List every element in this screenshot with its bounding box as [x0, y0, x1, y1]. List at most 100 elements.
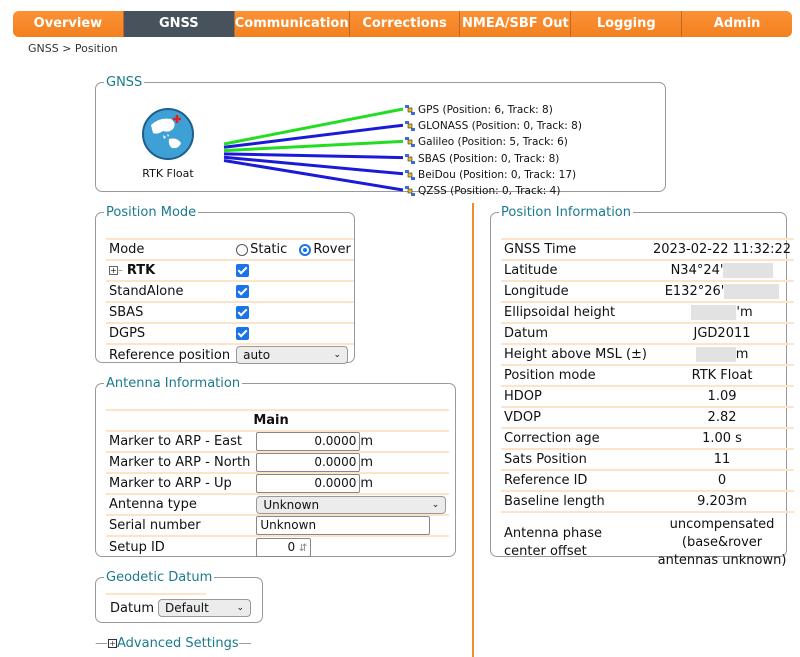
satellite-icon: [405, 186, 415, 197]
rtk-label: RTK: [126, 263, 156, 278]
datum-info-value: JGD2011: [649, 323, 795, 345]
tab-nmea-sbf-out[interactable]: NMEA/SBF Out: [460, 11, 572, 37]
globe-icon: [142, 108, 194, 160]
position-mode-legend: Position Mode: [106, 205, 197, 220]
serial-number-label: Serial number: [106, 515, 254, 537]
antenna-type-label: Antenna type: [106, 494, 254, 516]
vdop-value: 2.82: [649, 407, 795, 429]
sats-position-value: 11: [649, 449, 795, 471]
advanced-settings-label: Advanced Settings: [117, 636, 239, 651]
constellation-label: BeiDou (Position: 0, Track: 17): [418, 168, 577, 181]
rover-radio-label: Rover: [313, 242, 351, 257]
antenna-information-panel: Antenna Information Main Marker to ARP -…: [95, 376, 456, 557]
main-nav: Overview GNSS Communication Corrections …: [13, 11, 792, 37]
link-line-sbas: [223, 152, 404, 160]
hdop-value: 1.09: [649, 386, 795, 408]
position-information-legend: Position Information: [501, 205, 631, 220]
apc-offset-label: Antenna phase center offset: [504, 525, 603, 559]
redacted-block: [695, 347, 736, 362]
standalone-checkbox[interactable]: [236, 285, 250, 298]
link-line-gps: [223, 107, 404, 146]
satellite-icon: [405, 137, 415, 148]
breadcrumb: GNSS > Position: [28, 42, 118, 55]
datum-info-label: Datum: [501, 323, 650, 345]
tab-gnss[interactable]: GNSS: [123, 11, 235, 37]
satellite-icon: [405, 169, 415, 180]
north-unit: m: [360, 455, 374, 470]
dgps-checkbox[interactable]: [236, 327, 250, 340]
redacted-block: [691, 305, 737, 320]
antenna-type-value: Unknown: [263, 497, 320, 512]
apc-offset-value: uncompensated (base&rover antennas unkno…: [657, 516, 787, 568]
expand-rtk-icon[interactable]: +: [109, 266, 118, 275]
mode-label: Mode: [106, 238, 234, 261]
redacted-block: [723, 263, 774, 278]
reference-position-select[interactable]: auto ⌄: [236, 346, 349, 364]
latitude-value: N34°24': [670, 263, 724, 278]
rtk-checkbox[interactable]: [236, 264, 250, 277]
north-input[interactable]: 0.0000: [256, 453, 361, 472]
reference-position-label: Reference position: [109, 347, 231, 363]
east-unit: m: [360, 434, 374, 449]
east-label: Marker to ARP - East: [106, 431, 254, 453]
tab-logging[interactable]: Logging: [571, 11, 683, 37]
antenna-type-select[interactable]: Unknown ⌄: [256, 495, 447, 514]
gnss-panel: GNSS RTK Float GPS (Position: 6, Track: …: [95, 75, 666, 197]
fix-status-label: RTK Float: [142, 167, 194, 180]
constellation-label: SBAS (Position: 0, Track: 8): [418, 152, 560, 165]
msl-height-label: Height above MSL (±): [501, 344, 650, 366]
tab-admin[interactable]: Admin: [682, 11, 792, 37]
msl-height-unit: m: [735, 347, 749, 362]
reference-id-value: 0: [649, 470, 795, 492]
setup-id-label: Setup ID: [109, 539, 165, 555]
sbas-checkbox[interactable]: [236, 306, 250, 319]
datum-label: Datum: [110, 600, 154, 616]
serial-number-input[interactable]: Unknown: [256, 516, 431, 535]
main-column-header: Main: [253, 413, 289, 428]
expand-icon: +: [108, 639, 117, 648]
up-label: Marker to ARP - Up: [106, 473, 254, 495]
constellation-galileo: Galileo (Position: 5, Track: 6): [404, 134, 582, 150]
sbas-label: SBAS: [106, 302, 234, 324]
gnss-time-label: GNSS Time: [501, 238, 650, 261]
geodetic-datum-panel: Geodetic Datum Datum Default ⌄: [95, 570, 263, 623]
satellite-icon: [405, 105, 415, 116]
constellation-sbas: SBAS (Position: 0, Track: 8): [404, 151, 582, 167]
constellation-qzss: QZSS (Position: 0, Track: 4): [404, 183, 582, 199]
setup-id-value: 0: [287, 539, 296, 554]
tab-overview[interactable]: Overview: [13, 11, 124, 37]
static-radio[interactable]: [236, 243, 249, 256]
tab-communication[interactable]: Communication: [234, 11, 350, 37]
north-label: Marker to ARP - North: [106, 452, 254, 474]
constellation-list: GPS (Position: 6, Track: 8) GLONASS (Posi…: [404, 102, 582, 199]
tab-corrections[interactable]: Corrections: [349, 11, 461, 37]
reference-position-value: auto: [243, 348, 271, 362]
constellation-gps: GPS (Position: 6, Track: 8): [404, 102, 582, 118]
vdop-label: VDOP: [501, 407, 650, 429]
correction-age-value: 1.00 s: [649, 428, 795, 450]
ellipsoidal-height-unit: 'm: [736, 305, 753, 320]
advanced-settings-toggle[interactable]: —+Advanced Settings—: [95, 636, 252, 651]
setup-id-stepper[interactable]: 0 ⇵: [256, 537, 312, 557]
datum-select[interactable]: Default ⌄: [157, 599, 251, 617]
latitude-label: Latitude: [501, 260, 650, 282]
hdop-label: HDOP: [501, 386, 650, 408]
chevron-down-icon: ⌄: [333, 350, 342, 360]
up-input[interactable]: 0.0000: [256, 474, 361, 493]
geodetic-datum-legend: Geodetic Datum: [106, 570, 213, 585]
rover-radio[interactable]: [299, 243, 312, 256]
baseline-length-label: Baseline length: [501, 491, 650, 513]
baseline-length-value: 9.203m: [649, 491, 795, 513]
satellite-icon: [405, 153, 415, 164]
ellipsoidal-height-label: Ellipsoidal height: [501, 302, 650, 324]
chevron-down-icon: ⌄: [236, 603, 244, 613]
east-input[interactable]: 0.0000: [256, 432, 361, 451]
gnss-legend: GNSS: [106, 75, 143, 90]
reference-id-label: Reference ID: [501, 470, 650, 492]
longitude-value: E132°26': [664, 284, 725, 299]
stepper-arrows-icon[interactable]: ⇵: [299, 543, 307, 554]
up-unit: m: [360, 476, 374, 491]
constellation-glonass: GLONASS (Position: 0, Track: 8): [404, 118, 582, 134]
constellation-beidou: BeiDou (Position: 0, Track: 17): [404, 167, 582, 183]
correction-age-label: Correction age: [501, 428, 650, 450]
